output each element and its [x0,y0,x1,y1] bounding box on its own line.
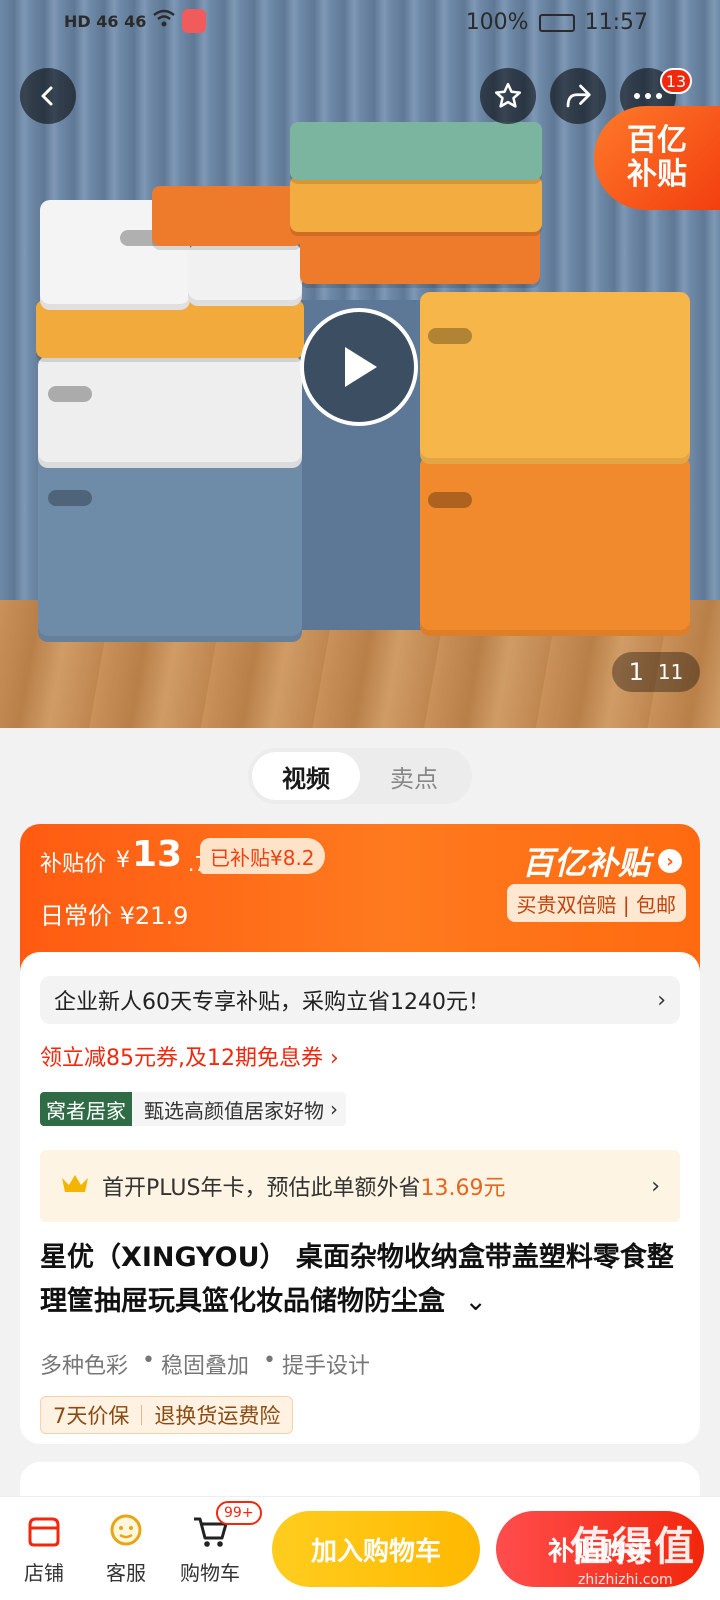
pager-total: 11 [657,660,684,684]
notification-app-icon [182,9,207,33]
feature-text: 提手设计 [282,1354,371,1379]
expand-title-icon[interactable]: ⌄ [464,1286,487,1317]
plus-membership-row[interactable]: 首开PLUS年卡，预估此单额外省13.69元 › [40,1150,680,1222]
signal-indicator: HD 46 46 [64,11,147,31]
small-white-box-2 [188,244,302,306]
feature-item: • 提手设计 [263,1348,370,1380]
price-guarantee-tag: 买贵双倍赔 | 包邮 [506,884,686,922]
watermark-url: zhizhizhi.com [578,1572,673,1588]
subsidy-price-label: 补贴价 [40,852,107,877]
feature-item: 多种色彩 [40,1348,128,1380]
store-desc: 甄选高颜值居家好物 › [132,1095,346,1124]
more-dots-icon [634,93,662,99]
subsidy-corner-badge[interactable]: 百亿 补贴 [594,106,720,210]
currency-symbol: ¥ [116,848,130,873]
subsidy-corner-line2: 补贴 [627,157,687,192]
wifi-icon [152,8,176,34]
add-to-cart-button[interactable]: 加入购物车 [272,1511,480,1587]
enterprise-promo-row[interactable]: 企业新人60天专享补贴，采购立省1240元！ › [40,976,680,1024]
customer-service-label: 客服 [106,1561,146,1585]
chevron-right-icon: › [658,849,682,873]
blue-storage-box [38,456,302,642]
return-shipping-badge: 退换货运费险 [154,1404,281,1428]
plus-amount: 13.69 [420,1176,484,1201]
message-count-badge: 13 [660,68,692,94]
daily-price-label: 日常价 [40,902,112,930]
orange-storage-box [420,456,690,636]
feature-list: 多种色彩 • 稳固叠加 • 提手设计 [40,1348,370,1380]
media-tabs: 视频 卖点 [248,748,472,804]
store-label: 店铺 [24,1561,64,1585]
store-tag-row[interactable]: 窝者居家 甄选高颜值居家好物 › [40,1092,346,1126]
orange-small-lid [152,186,302,246]
subsidized-amount-tag: 已补贴¥8.2 [200,838,325,874]
subsidy-corner-line1: 百亿 [627,122,687,158]
product-title-text: 星优（XINGYOU） 桌面杂物收纳盒带盖塑料零食整理筐抽屉玩具篮化妆品储物防尘… [40,1242,674,1317]
bullet: • [142,1348,155,1373]
play-icon [345,347,377,387]
orange-lid [300,226,540,284]
feature-text: 稳固叠加 [161,1354,250,1379]
subsidy-brand-link[interactable]: 百亿补贴 › [522,838,682,884]
battery-percent: 100% [465,10,529,35]
back-arrow-icon [41,86,53,106]
daily-price: 日常价 ¥21.9 [40,896,188,931]
share-icon [566,84,591,108]
customer-service-button[interactable]: 客服 [86,1509,166,1586]
customer-service-icon [104,1509,148,1553]
enterprise-promo-text: 企业新人60天专享补贴，采购立省1240元！ [54,990,490,1015]
tab-video[interactable]: 视频 [252,752,360,800]
favorite-button[interactable] [480,68,536,124]
cart-button[interactable]: 99+ 购物车 [170,1501,262,1586]
play-video-button[interactable] [300,308,418,426]
subsidy-price-integer: 13 [132,834,183,875]
price-protect-badge: 7天价保 [53,1404,130,1428]
white-storage-box [38,356,302,468]
battery-icon [538,13,575,32]
chevron-right-icon: › [651,1173,660,1199]
daily-price-value: ¥21.9 [119,902,189,930]
store-icon [22,1509,66,1553]
crown-icon [60,1172,90,1200]
product-image-carousel[interactable]: HD 46 46 100% 11:57 13 百亿 补贴 1 11 [0,0,720,728]
yellow-storage-box [420,292,690,464]
feature-item: • 稳固叠加 [142,1348,249,1380]
cart-label: 购物车 [180,1561,240,1585]
star-icon [495,82,521,108]
pager-current: 1 [628,658,644,686]
clock: 11:57 [584,10,648,35]
bullet: • [263,1348,276,1373]
green-lid [290,122,542,180]
product-title: 星优（XINGYOU） 桌面杂物收纳盒带盖塑料零食整理筐抽屉玩具篮化妆品储物防尘… [40,1236,680,1324]
plus-text: 首开PLUS年卡，预估此单额外省13.69元 [102,1170,651,1202]
cart-count-badge: 99+ [216,1501,262,1525]
plus-suffix: 元 [483,1176,506,1201]
service-badges[interactable]: 7天价保 退换货运费险 [40,1396,294,1434]
tab-selling-points[interactable]: 卖点 [360,752,468,800]
watermark: 值得值 [570,1524,696,1570]
chevron-right-icon: › [657,987,666,1013]
yellow-lid-2 [290,176,542,232]
plus-text-prefix: 首开PLUS年卡，预估此单额外省 [102,1176,421,1201]
chevron-right-icon: › [330,1097,338,1121]
status-bar: HD 46 46 100% 11:57 [0,0,720,48]
store-name-tag: 窝者居家 [40,1092,132,1126]
subsidy-brand-text: 百亿补贴 [521,844,650,882]
image-pager: 1 11 [612,652,700,692]
store-button[interactable]: 店铺 [4,1509,84,1586]
back-button[interactable] [20,68,76,124]
coupon-link[interactable]: 领立减85元券,及12期免息券 › [40,1040,339,1072]
store-desc-text: 甄选高颜值居家好物 [144,1098,324,1123]
product-info-card: 企业新人60天专享补贴，采购立省1240元！ › 领立减85元券,及12期免息券… [20,952,700,1444]
feature-text: 多种色彩 [40,1354,129,1379]
share-button[interactable] [550,68,606,124]
